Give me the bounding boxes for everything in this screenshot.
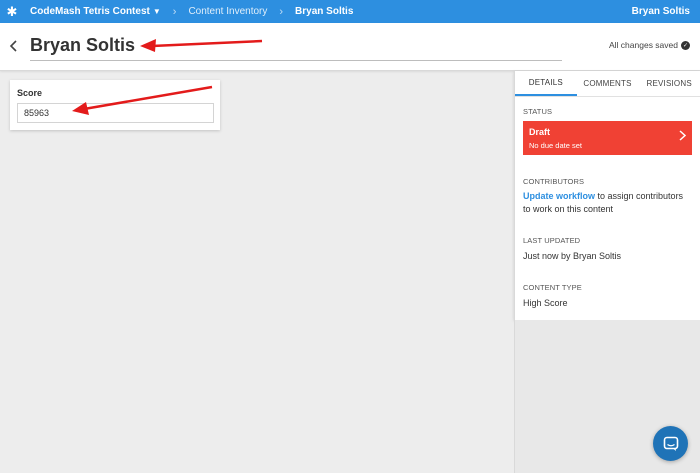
- tab-comments[interactable]: COMMENTS: [577, 71, 639, 96]
- content-type-heading: CONTENT TYPE: [523, 283, 582, 292]
- last-updated-text: Just now by Bryan Soltis: [523, 251, 622, 261]
- details-panel: DETAILS COMMENTS REVISIONS STATUS Draft …: [514, 71, 700, 320]
- project-name: CodeMash Tetris Contest: [30, 6, 150, 17]
- panel-content: STATUS Draft No due date set CONTRIBUTOR…: [515, 107, 700, 310]
- contributors-text: Update workflow to assign contributors t…: [523, 190, 692, 216]
- breadcrumb-content-inventory[interactable]: Content Inventory: [188, 6, 267, 17]
- breadcrumb-separator: ›: [172, 5, 177, 18]
- contributors-heading: CONTRIBUTORS: [523, 177, 585, 186]
- status-title: Draft: [529, 127, 551, 137]
- breadcrumb-current-item: Bryan Soltis: [295, 6, 354, 17]
- user-menu[interactable]: Bryan Soltis: [632, 0, 690, 23]
- chat-bubble-icon[interactable]: [653, 426, 688, 461]
- tab-details[interactable]: DETAILS: [515, 71, 577, 96]
- tab-revisions[interactable]: REVISIONS: [638, 71, 700, 96]
- chevron-left-icon[interactable]: [6, 37, 20, 55]
- last-updated-heading: LAST UPDATED: [523, 236, 581, 245]
- item-title-input[interactable]: Bryan Soltis: [30, 33, 562, 61]
- top-nav: ✱ CodeMash Tetris Contest ▼ › Content In…: [0, 0, 700, 23]
- status-heading: STATUS: [523, 107, 553, 116]
- asterisk-logo-icon[interactable]: ✱: [0, 4, 24, 20]
- score-label: Score: [17, 88, 43, 98]
- check-circle-icon: ✓: [681, 40, 690, 50]
- update-workflow-link[interactable]: Update workflow: [523, 191, 595, 201]
- save-status: All changes saved ✓: [609, 40, 690, 50]
- chevron-down-icon: ▼: [152, 7, 161, 16]
- score-element-card: Score 85963: [10, 80, 220, 130]
- score-input[interactable]: 85963: [17, 103, 214, 123]
- project-switcher[interactable]: CodeMash Tetris Contest ▼: [30, 6, 161, 17]
- workflow-status-button[interactable]: Draft No due date set: [523, 121, 692, 155]
- chevron-right-icon: [679, 130, 687, 144]
- status-subtitle: No due date set: [529, 141, 582, 150]
- breadcrumb-separator: ›: [279, 5, 284, 18]
- content-type-text: High Score: [523, 298, 568, 308]
- save-status-text: All changes saved: [609, 40, 678, 50]
- item-header: Bryan Soltis All changes saved ✓: [0, 23, 700, 71]
- panel-tabs: DETAILS COMMENTS REVISIONS: [515, 71, 700, 97]
